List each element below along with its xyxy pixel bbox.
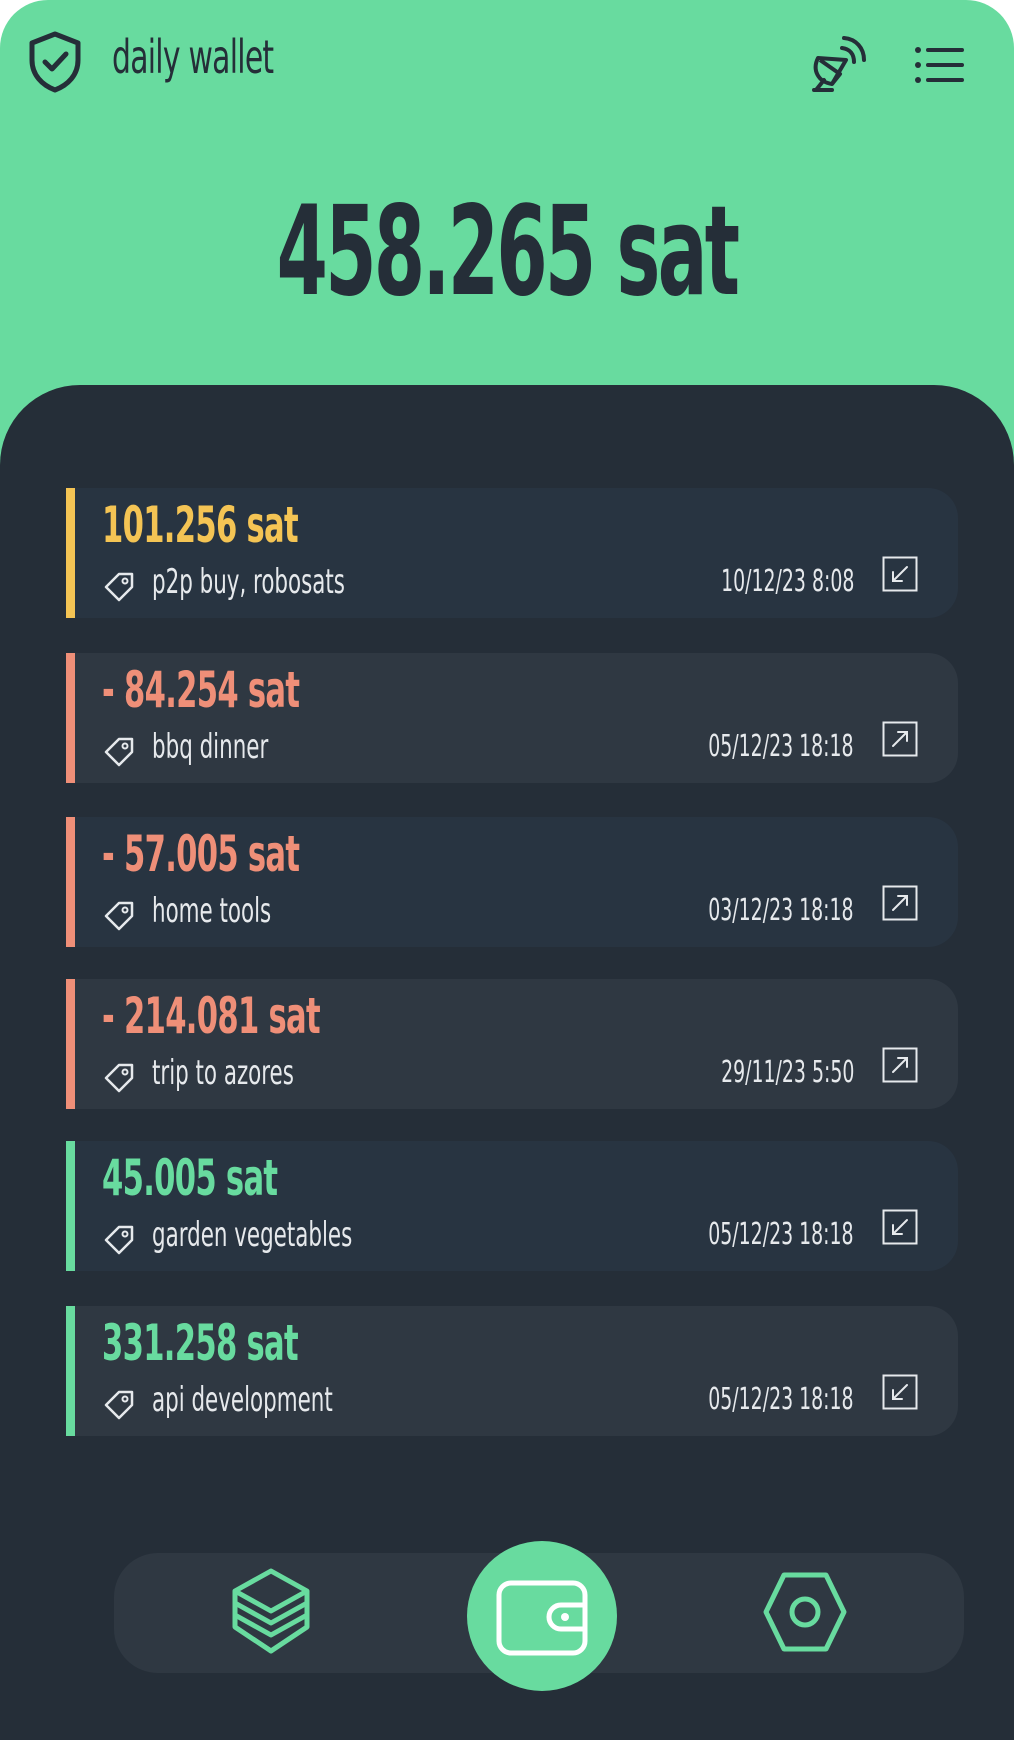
transaction-date: 05/12/23 18:18 — [708, 729, 854, 764]
layers-icon[interactable] — [229, 1565, 313, 1659]
menu-list-icon[interactable] — [914, 44, 964, 86]
app-header: daily wallet — [0, 0, 1014, 140]
transaction-row[interactable]: - 57.005 sat home tools 03/12/23 18:18 — [66, 817, 958, 947]
transaction-accent-bar — [66, 488, 75, 618]
transaction-row[interactable]: - 214.081 sat trip to azores 29/11/23 5:… — [66, 979, 958, 1109]
tag-icon — [104, 901, 134, 931]
tag-icon — [104, 1063, 134, 1093]
arrow-up-right-icon[interactable] — [882, 1047, 918, 1083]
transaction-amount: - 214.081 sat — [102, 987, 321, 1045]
arrow-up-right-icon[interactable] — [882, 885, 918, 921]
transaction-note: home tools — [152, 891, 272, 931]
shield-check-icon — [29, 31, 81, 93]
transaction-amount: 101.256 sat — [102, 496, 299, 554]
transaction-note: bbq dinner — [152, 727, 269, 767]
transaction-date: 29/11/23 5:50 — [720, 1055, 854, 1090]
transaction-row[interactable]: 101.256 sat p2p buy, robosats 10/12/23 8… — [66, 488, 958, 618]
transaction-date: 05/12/23 18:18 — [708, 1217, 854, 1252]
transaction-row[interactable]: - 84.254 sat bbq dinner 05/12/23 18:18 — [66, 653, 958, 783]
arrow-down-left-icon[interactable] — [882, 1209, 918, 1245]
transaction-accent-bar — [66, 653, 75, 783]
transaction-accent-bar — [66, 1306, 75, 1436]
tag-icon — [104, 1390, 134, 1420]
tag-icon — [104, 737, 134, 767]
wallet-nav-button[interactable] — [467, 1541, 617, 1691]
tag-icon — [104, 572, 134, 602]
transactions-panel: 101.256 sat p2p buy, robosats 10/12/23 8… — [0, 385, 1014, 1740]
arrow-down-left-icon[interactable] — [882, 1374, 918, 1410]
app-title: daily wallet — [112, 30, 274, 84]
transaction-date: 03/12/23 18:18 — [708, 893, 854, 928]
tag-icon — [104, 1225, 134, 1255]
satellite-dish-icon[interactable] — [806, 36, 866, 92]
arrow-up-right-icon[interactable] — [882, 721, 918, 757]
transaction-accent-bar — [66, 817, 75, 947]
transaction-note: api development — [152, 1380, 333, 1420]
transaction-date: 10/12/23 8:08 — [720, 564, 854, 599]
transaction-amount: 45.005 sat — [102, 1149, 278, 1207]
arrow-down-left-icon[interactable] — [882, 556, 918, 592]
transaction-accent-bar — [66, 979, 75, 1109]
transaction-amount: 331.258 sat — [102, 1314, 299, 1372]
transaction-date: 05/12/23 18:18 — [708, 1382, 854, 1417]
wallet-icon — [496, 1580, 588, 1656]
wallet-screen: daily wallet 458.265 sat 101.256 sat p2p… — [0, 0, 1014, 1740]
transaction-row[interactable]: 45.005 sat garden vegetables 05/12/23 18… — [66, 1141, 958, 1271]
transaction-amount: - 84.254 sat — [102, 661, 300, 719]
transaction-note: garden vegetables — [152, 1215, 353, 1255]
settings-icon[interactable] — [762, 1569, 848, 1655]
transaction-accent-bar — [66, 1141, 75, 1271]
transaction-note: trip to azores — [152, 1053, 294, 1093]
transaction-note: p2p buy, robosats — [152, 562, 345, 602]
transaction-amount: - 57.005 sat — [102, 825, 300, 883]
transaction-row[interactable]: 331.258 sat api development 05/12/23 18:… — [66, 1306, 958, 1436]
balance-amount: 458.265 sat — [276, 180, 740, 324]
